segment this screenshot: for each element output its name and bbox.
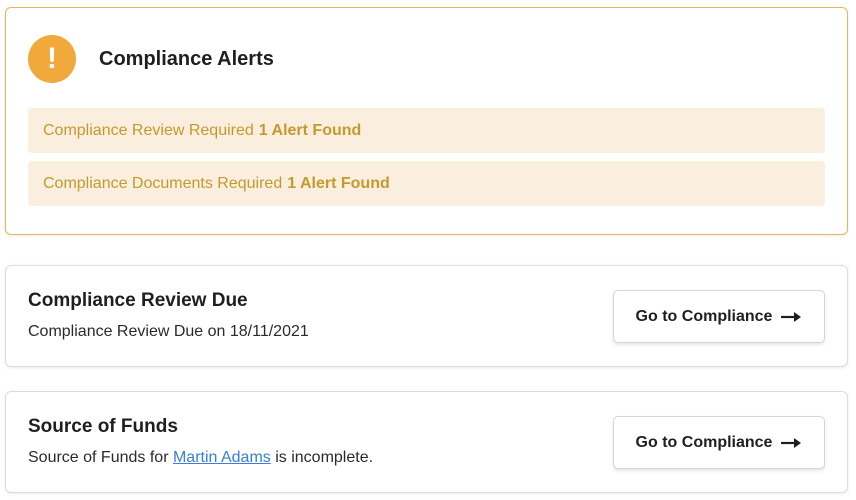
arrow-right-icon — [780, 311, 802, 323]
card-description: Source of Funds for Martin Adams is inco… — [28, 449, 373, 467]
button-label: Go to Compliance — [635, 307, 773, 325]
alert-label: Compliance Review Required — [43, 121, 254, 139]
card-title: Compliance Review Due — [28, 290, 248, 311]
description-suffix: is incomplete. — [270, 449, 374, 466]
compliance-alerts-panel: ! Compliance Alerts Compliance Review Re… — [5, 7, 848, 235]
client-link[interactable]: Martin Adams — [173, 449, 271, 466]
button-label: Go to Compliance — [635, 433, 773, 451]
arrow-right-icon — [780, 437, 802, 449]
go-to-compliance-button[interactable]: Go to Compliance — [613, 416, 825, 469]
compliance-review-due-card: Compliance Review Due Compliance Review … — [5, 265, 848, 367]
go-to-compliance-button[interactable]: Go to Compliance — [613, 290, 825, 343]
alert-item-documents-required[interactable]: Compliance Documents Required 1 Alert Fo… — [28, 161, 825, 206]
exclamation-icon: ! — [28, 35, 76, 83]
alert-item-review-required[interactable]: Compliance Review Required 1 Alert Found — [28, 108, 825, 153]
alert-count: 1 Alert Found — [287, 174, 390, 192]
source-of-funds-card: Source of Funds Source of Funds for Mart… — [5, 391, 848, 493]
alert-label: Compliance Documents Required — [43, 174, 283, 192]
alerts-title: Compliance Alerts — [99, 47, 274, 70]
alerts-header: ! Compliance Alerts — [28, 35, 274, 83]
alert-count: 1 Alert Found — [258, 121, 362, 139]
description-prefix: Source of Funds for — [28, 449, 173, 466]
card-description: Compliance Review Due on 18/11/2021 — [28, 323, 309, 340]
exclamation-glyph: ! — [47, 42, 57, 75]
card-title: Source of Funds — [28, 416, 178, 437]
